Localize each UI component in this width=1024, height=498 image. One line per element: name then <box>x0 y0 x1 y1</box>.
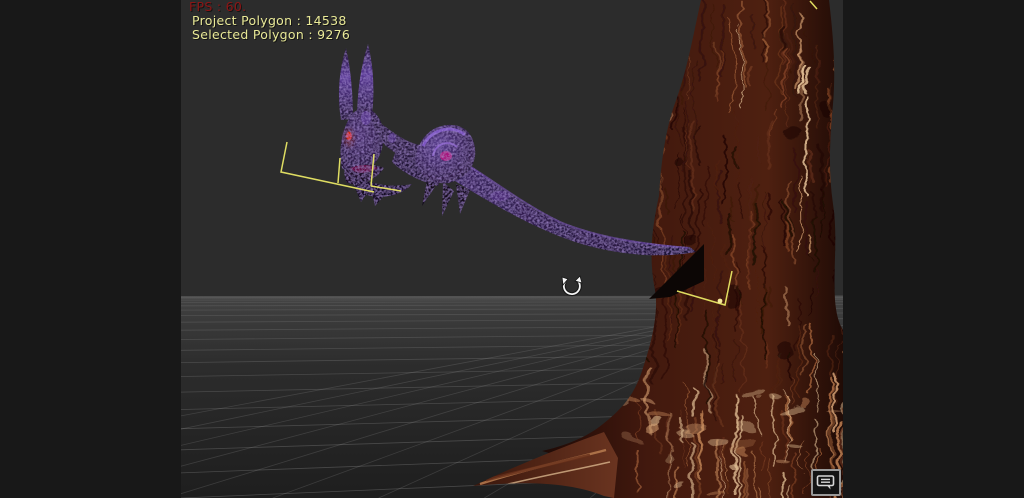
letterbox-left <box>0 0 181 498</box>
chat-button[interactable] <box>811 469 841 496</box>
viewport-3d[interactable]: FPS : 60. Project Polygon : 14538 Select… <box>181 0 843 498</box>
scene-canvas <box>181 0 843 498</box>
magenta-spot <box>440 151 452 161</box>
creature-eye <box>346 131 352 141</box>
chat-bubble-icon <box>816 475 835 490</box>
fps-counter: FPS : 60. <box>189 0 247 14</box>
project-polygon-count: Project Polygon : 14538 <box>192 13 347 28</box>
gizmo-origin-dot <box>717 298 723 304</box>
screenshot-root: FPS : 60. Project Polygon : 14538 Select… <box>0 0 1024 498</box>
hud-overlay: FPS : 60. Project Polygon : 14538 Select… <box>188 0 350 42</box>
selected-polygon-count: Selected Polygon : 9276 <box>192 27 351 42</box>
letterbox-right <box>843 0 1024 498</box>
